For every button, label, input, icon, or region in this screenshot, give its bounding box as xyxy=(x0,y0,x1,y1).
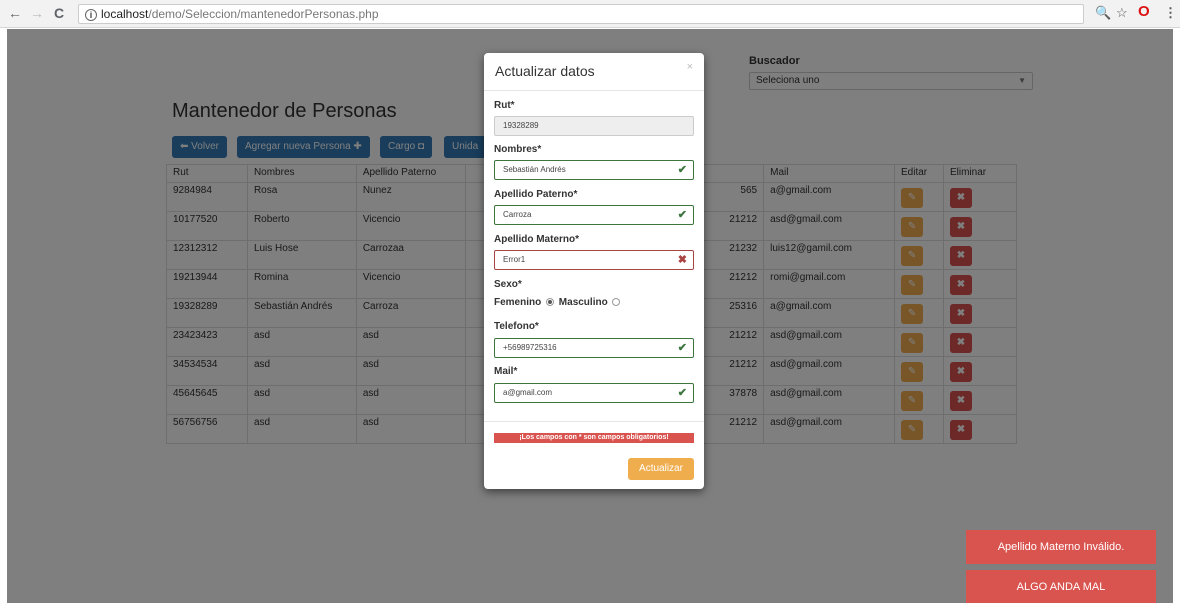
info-icon[interactable]: i xyxy=(85,9,97,21)
mail-label: Mail* xyxy=(494,366,518,377)
error-x-icon: ✖ xyxy=(677,254,687,266)
femenino-radio[interactable] xyxy=(546,298,555,307)
masculino-radio[interactable] xyxy=(612,298,621,307)
reload-icon[interactable]: C xyxy=(54,6,64,20)
zoom-icon[interactable]: 🔍 xyxy=(1095,5,1111,21)
bookmark-star-icon[interactable]: ☆ xyxy=(1116,5,1128,21)
sexo-radio-group: Femenino Masculino xyxy=(494,297,622,308)
telefono-label: Telefono* xyxy=(494,321,539,332)
check-icon: ✔ xyxy=(677,209,687,221)
check-icon: ✔ xyxy=(677,387,687,399)
forward-icon[interactable]: → xyxy=(30,6,44,20)
browser-toolbar: ← → C i localhost/demo/Seleccion/mantened… xyxy=(0,0,1180,28)
close-icon[interactable]: × xyxy=(687,61,693,73)
modal-header: Actualizar datos × xyxy=(484,53,704,91)
url-host: localhost xyxy=(101,7,149,21)
error-toast-general[interactable]: ALGO ANDA MAL xyxy=(966,570,1156,603)
rut-field: 19328289 xyxy=(494,116,694,136)
modal-title: Actualizar datos xyxy=(495,63,595,79)
menu-dots-icon[interactable]: ⋮ xyxy=(1164,5,1177,21)
nombres-field[interactable]: Sebastián Andrés ✔ xyxy=(494,160,694,180)
url-path: /demo/Seleccion/mantenedorPersonas.php xyxy=(148,7,379,21)
modal-footer-divider xyxy=(484,421,704,422)
back-icon[interactable]: ← xyxy=(8,6,22,20)
nombres-label: Nombres* xyxy=(494,144,542,155)
telefono-field[interactable]: +56989725316 ✔ xyxy=(494,338,694,358)
actualizar-modal: Actualizar datos × Rut* 19328289 Nombres… xyxy=(484,53,704,489)
apellido-paterno-field[interactable]: Carroza ✔ xyxy=(494,205,694,225)
required-fields-note: ¡Los campos con * son campos obligatorio… xyxy=(494,433,694,443)
error-toast-apellido[interactable]: Apellido Materno Inválido. xyxy=(966,530,1156,564)
actualizar-button[interactable]: Actualizar xyxy=(628,458,694,480)
apellido-materno-label: Apellido Materno* xyxy=(494,234,580,245)
masculino-label: Masculino xyxy=(558,297,608,308)
check-icon: ✔ xyxy=(677,342,687,354)
femenino-label: Femenino xyxy=(494,297,542,308)
apellido-paterno-label: Apellido Paterno* xyxy=(494,189,578,200)
sexo-label: Sexo* xyxy=(494,279,522,290)
rut-label: Rut* xyxy=(494,100,515,111)
apellido-materno-field[interactable]: Error1 ✖ xyxy=(494,250,694,270)
address-bar[interactable]: i localhost/demo/Seleccion/mantenedorPers… xyxy=(78,4,1084,24)
mail-field[interactable]: a@gmail.com ✔ xyxy=(494,383,694,403)
check-icon: ✔ xyxy=(677,164,687,176)
opera-icon[interactable]: O xyxy=(1138,3,1150,20)
